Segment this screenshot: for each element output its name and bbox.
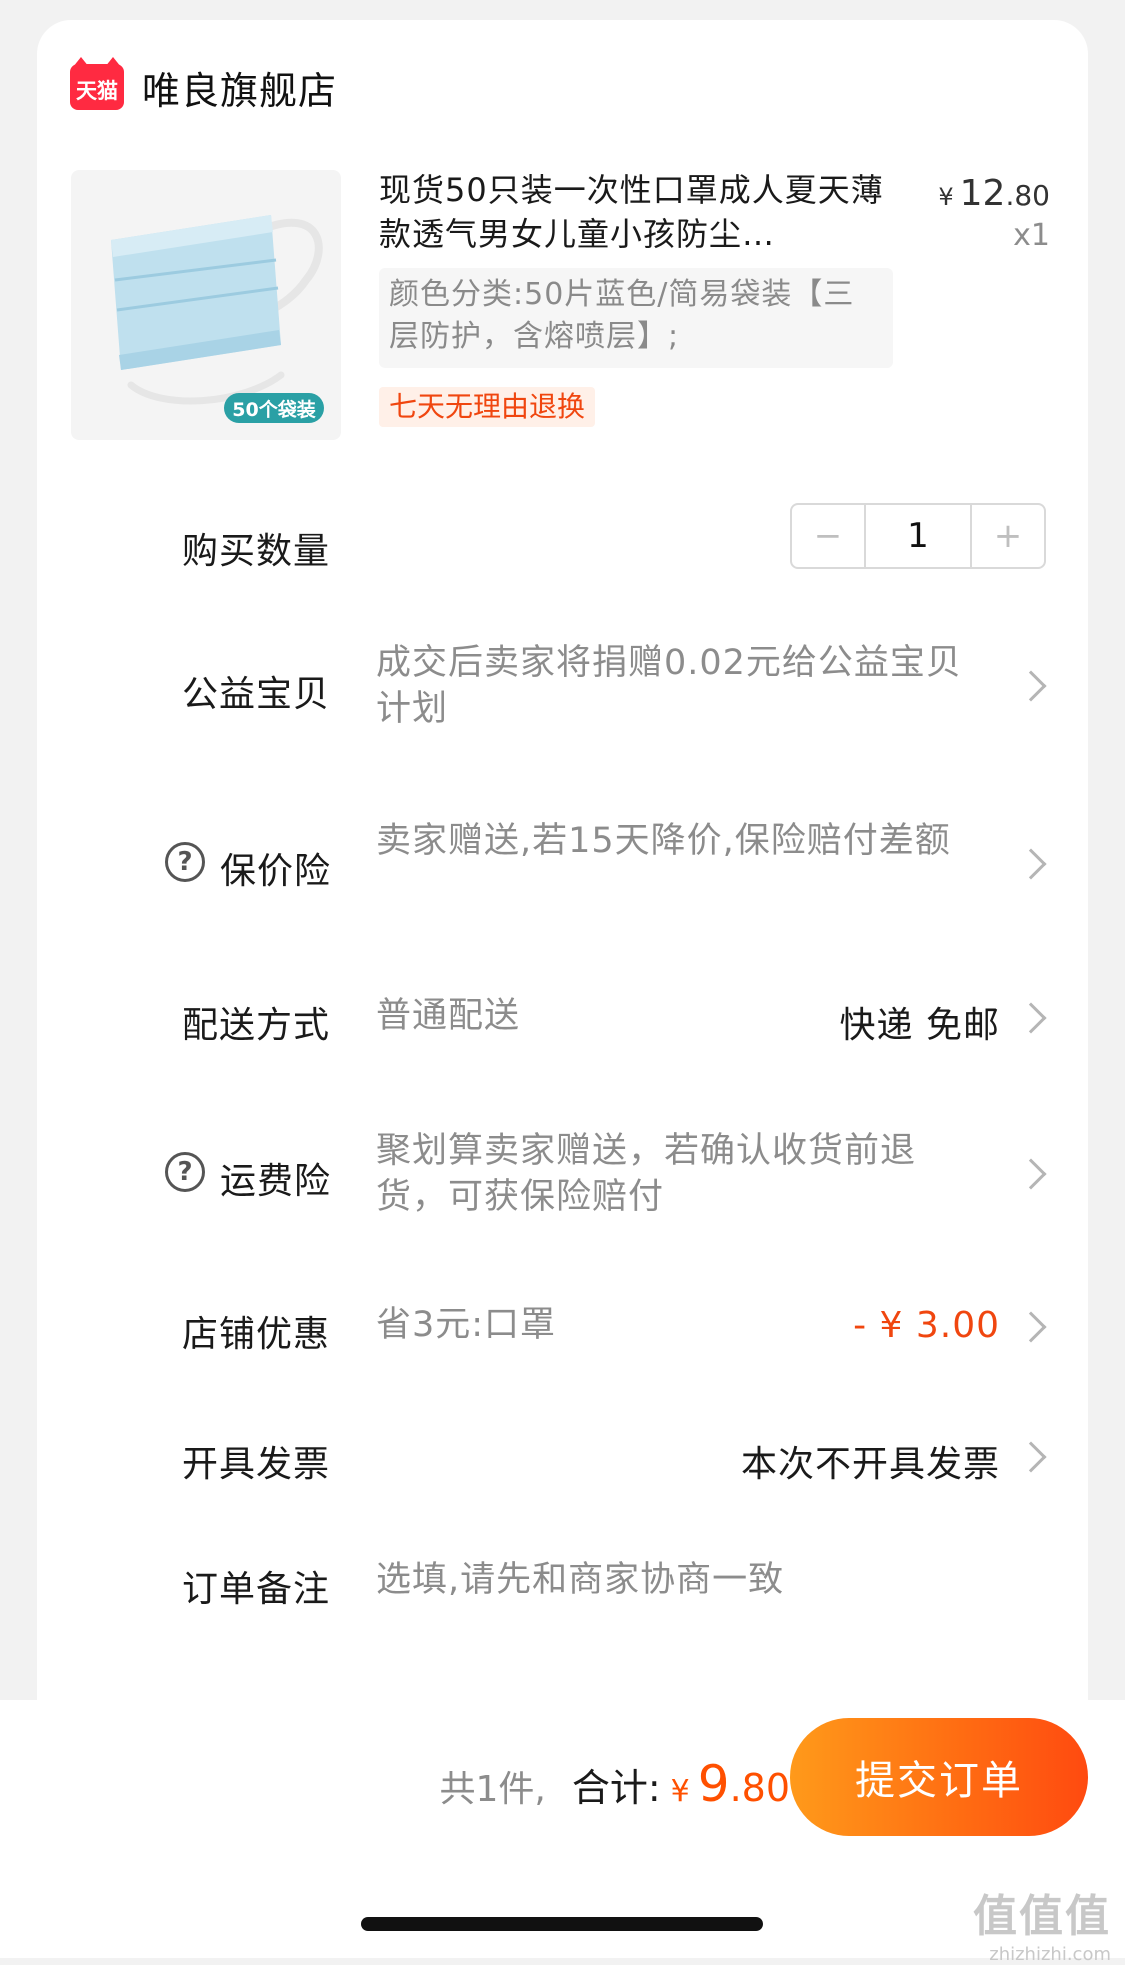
chevron-right-icon <box>1015 848 1047 880</box>
delivery-method: 快递 免邮 <box>839 1005 1000 1046</box>
invoice-label: 开具发票 <box>182 1444 331 1485</box>
total-integer: 9 <box>697 1755 730 1813</box>
decrease-button[interactable]: − <box>792 505 864 567</box>
chevron-right-icon <box>1015 1311 1047 1343</box>
price-protection-label: 保价险 <box>220 851 332 892</box>
product-quantity: x1 <box>1013 218 1050 253</box>
price-currency: ¥ <box>938 183 954 211</box>
invoice-value: 本次不开具发票 <box>740 1444 1000 1485</box>
item-count: 共1件, <box>439 1769 546 1810</box>
shipping-insurance-label: 运费险 <box>220 1161 332 1202</box>
store-name: 唯良旗舰店 <box>142 68 338 113</box>
store-discount-label: 店铺优惠 <box>182 1314 331 1355</box>
price-protection-value: 卖家赠送,若15天降价,保险赔付差额 <box>376 821 951 861</box>
quantity-label: 购买数量 <box>182 531 331 572</box>
chevron-right-icon <box>1015 1002 1047 1034</box>
product-image[interactable]: 50个袋装 <box>71 170 341 440</box>
price-decimal: .80 <box>1005 179 1050 212</box>
chevron-right-icon <box>1015 1441 1047 1473</box>
watermark-url: zhizhizhi.com <box>989 1944 1111 1965</box>
quantity-stepper[interactable]: − 1 + <box>790 503 1046 569</box>
order-card: 天猫 唯良旗舰店 50个袋装 现货50只装一次性口罩成人夏天薄款透气男女儿童小孩… <box>37 20 1088 1760</box>
return-policy-tag: 七天无理由退换 <box>379 387 596 427</box>
charity-value: 成交后卖家将捐赠0.02元给公益宝贝计划 <box>376 643 962 729</box>
delivery-value: 普通配送 <box>376 996 521 1036</box>
product-sku[interactable]: 颜色分类:50片蓝色/简易袋装【三层防护，含熔喷层】; <box>379 268 893 368</box>
delivery-label: 配送方式 <box>182 1005 331 1046</box>
tmall-logo-icon: 天猫 <box>70 57 124 110</box>
price-integer: 12 <box>959 173 1006 214</box>
store-discount-value: 省3元:口罩 <box>376 1305 557 1345</box>
product-price: ¥12.80 <box>938 173 1050 214</box>
remark-input[interactable]: 选填,请先和商家协商一致 <box>376 1557 1016 1603</box>
product-title[interactable]: 现货50只装一次性口罩成人夏天薄款透气男女儿童小孩防尘… <box>379 168 899 256</box>
store-header[interactable]: 天猫 唯良旗舰店 <box>70 57 338 113</box>
chevron-right-icon <box>1015 1158 1047 1190</box>
help-icon[interactable]: ? <box>165 1152 205 1192</box>
home-indicator[interactable] <box>361 1917 763 1931</box>
product-badge: 50个袋装 <box>224 393 324 423</box>
shipping-insurance-value: 聚划算卖家赠送，若确认收货前退货，可获保险赔付 <box>376 1131 917 1217</box>
watermark: 值值值 zhizhizhi.com <box>973 1880 1111 1965</box>
quantity-value[interactable]: 1 <box>864 505 972 567</box>
remark-label: 订单备注 <box>182 1569 331 1610</box>
total-decimal: .80 <box>729 1766 790 1810</box>
submit-order-button[interactable]: 提交订单 <box>790 1718 1088 1836</box>
watermark-logo: 值值值 <box>973 1891 1111 1942</box>
order-total: 共1件, 合计: ¥ 9 .80 <box>439 1755 790 1813</box>
total-label: 合计: <box>571 1766 661 1810</box>
help-icon[interactable]: ? <box>165 842 205 882</box>
charity-label: 公益宝贝 <box>182 674 331 715</box>
increase-button[interactable]: + <box>972 505 1044 567</box>
total-currency: ¥ <box>670 1774 690 1809</box>
chevron-right-icon <box>1015 670 1047 702</box>
store-discount-amount: - ¥ 3.00 <box>853 1305 1000 1346</box>
